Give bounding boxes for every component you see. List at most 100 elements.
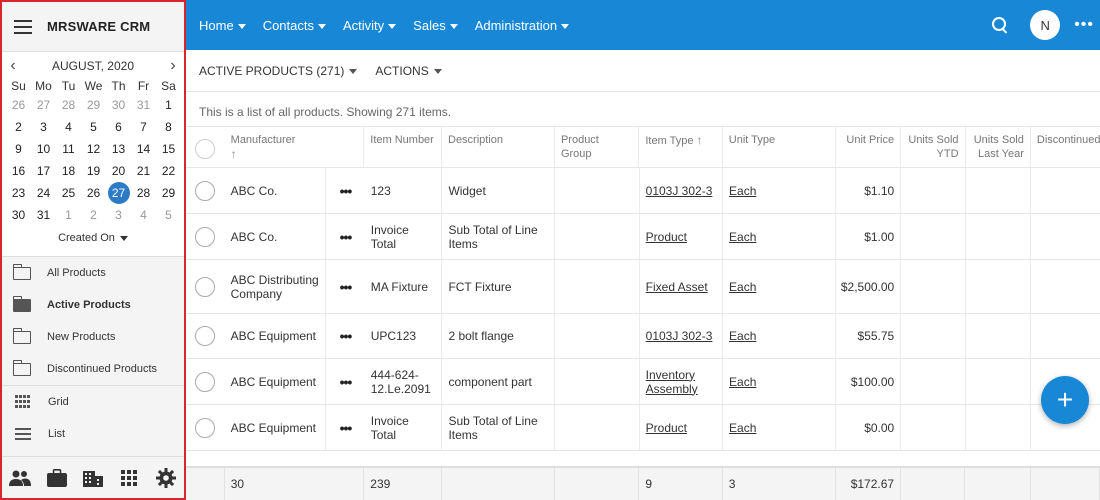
header-item-type[interactable]: Item Type ↑ [639,127,723,167]
calendar-day[interactable]: 12 [81,138,106,160]
calendar-day[interactable]: 8 [156,116,181,138]
calendar-day[interactable]: 30 [106,94,131,116]
calendar-day[interactable]: 29 [81,94,106,116]
calendar-day[interactable]: 25 [56,182,81,204]
cell-unit-type-link[interactable]: Each [729,230,756,244]
cell-unit-type-link[interactable]: Each [729,421,756,435]
people-icon[interactable] [9,468,32,488]
view-selector-dropdown[interactable]: ACTIVE PRODUCTS (271) [199,64,358,78]
more-horizontal-icon[interactable]: ••• [340,229,353,245]
calendar-day[interactable]: 29 [156,182,181,204]
cell-item-type-link[interactable]: 0103J 302-3 [646,329,713,343]
header-unit-type[interactable]: Unit Type [723,127,836,167]
row-checkbox[interactable] [195,417,216,438]
table-row[interactable]: ABC Co. ••• Invoice Total Sub Total of Line… [186,214,1100,260]
search-icon[interactable] [992,17,1008,33]
avatar[interactable]: N [1030,10,1061,40]
calendar-day[interactable]: 5 [81,116,106,138]
settings-icon[interactable] [155,467,177,488]
table-row[interactable]: ABC Equipment ••• UPC123 2 bolt flange 0103J… [186,314,1100,359]
cell-item-type-link[interactable]: 0103J 302-3 [646,184,713,198]
cell-item-type-link[interactable]: Product [646,230,687,244]
calendar-day[interactable]: 26 [81,182,106,204]
cell-unit-type-link[interactable]: Each [729,280,756,294]
row-checkbox[interactable] [195,180,216,201]
cell-item-type-link[interactable]: Inventory Assembly [646,368,716,396]
calendar-day[interactable]: 22 [156,160,181,182]
header-units-sold-last-year[interactable]: Units Sold Last Year [966,127,1031,167]
calendar-day[interactable]: 27 [31,94,56,116]
add-product-fab[interactable]: + [1041,376,1089,424]
calendar-day[interactable]: 13 [106,138,131,160]
actions-dropdown[interactable]: ACTIONS [375,64,442,78]
header-description[interactable]: Description [442,127,555,167]
calendar-day[interactable]: 5 [156,204,181,226]
calendar-day[interactable]: 1 [156,94,181,116]
header-units-sold-ytd[interactable]: Units Sold YTD [901,127,966,167]
calendar-day[interactable]: 16 [6,160,31,182]
header-unit-price[interactable]: Unit Price [836,127,902,167]
nav-activity[interactable]: Activity [343,18,397,33]
more-horizontal-icon[interactable]: ••• [340,279,353,295]
calendar-day[interactable]: 30 [6,204,31,226]
row-checkbox[interactable] [195,226,216,247]
nav-sales[interactable]: Sales [413,18,458,33]
nav-administration[interactable]: Administration [475,18,570,33]
header-discontinued[interactable]: Discontinued [1031,127,1100,167]
more-horizontal-icon[interactable]: ••• [340,328,353,344]
building-icon[interactable] [82,468,104,488]
header-product-group[interactable]: Product Group [555,127,640,167]
calendar-day[interactable]: 7 [131,116,156,138]
calendar-day[interactable]: 4 [131,204,156,226]
calendar-day[interactable]: 21 [131,160,156,182]
chevron-right-icon[interactable]: › [166,58,180,74]
chevron-left-icon[interactable]: ‹ [6,58,20,74]
table-row[interactable]: ABC Co. ••• 123 Widget 0103J 302-3 Each $1.10 [186,168,1100,214]
calendar-day[interactable]: 28 [131,182,156,204]
nav-home[interactable]: Home [199,18,246,33]
table-row[interactable]: ABC Equipment ••• Invoice Total Sub Total o… [186,405,1100,451]
folder-new-products[interactable]: New Products [2,321,184,353]
calendar-day[interactable]: 6 [106,116,131,138]
calendar-day[interactable]: 23 [6,182,31,204]
cell-item-type-link[interactable]: Fixed Asset [646,280,708,294]
date-field-selector[interactable]: Created On [6,226,180,256]
calendar-day[interactable]: 9 [6,138,31,160]
cell-item-type-link[interactable]: Product [646,421,687,435]
header-manufacturer[interactable]: Manufacturer ↑ [225,127,365,167]
folder-discontinued-products[interactable]: Discontinued Products [2,353,184,385]
calendar-day[interactable]: 31 [131,94,156,116]
nav-contacts[interactable]: Contacts [263,18,326,33]
calendar-day[interactable]: 14 [131,138,156,160]
briefcase-icon[interactable] [46,468,68,488]
calendar-day-today[interactable]: 27 [106,182,131,204]
folder-all-products[interactable]: All Products [2,257,184,289]
calendar-day[interactable]: 4 [56,116,81,138]
calendar-day[interactable]: 1 [56,204,81,226]
row-checkbox[interactable] [195,276,216,297]
view-list-item[interactable]: List [2,418,184,450]
view-grid[interactable]: Grid [2,386,184,418]
cell-unit-type-link[interactable]: Each [729,184,756,198]
calendar-day[interactable]: 19 [81,160,106,182]
calendar-day[interactable]: 17 [31,160,56,182]
hamburger-menu-icon[interactable] [14,19,32,34]
table-row[interactable]: ABC Distributing Company ••• MA Fixture FCT… [186,260,1100,314]
more-horizontal-icon[interactable]: ••• [1074,16,1094,34]
more-horizontal-icon[interactable]: ••• [340,420,353,436]
cell-unit-type-link[interactable]: Each [729,329,756,343]
more-horizontal-icon[interactable]: ••• [340,183,353,199]
calendar-day[interactable]: 11 [56,138,81,160]
calendar-day[interactable]: 2 [6,116,31,138]
calendar-day[interactable]: 2 [81,204,106,226]
apps-icon[interactable] [118,468,140,488]
calendar-day[interactable]: 24 [31,182,56,204]
cell-unit-type-link[interactable]: Each [729,375,756,389]
select-all-checkbox[interactable] [195,139,216,159]
calendar-day[interactable]: 3 [106,204,131,226]
calendar-day[interactable]: 26 [6,94,31,116]
calendar-day[interactable]: 18 [56,160,81,182]
calendar-day[interactable]: 20 [106,160,131,182]
folder-active-products[interactable]: Active Products [2,289,184,321]
calendar-day[interactable]: 28 [56,94,81,116]
